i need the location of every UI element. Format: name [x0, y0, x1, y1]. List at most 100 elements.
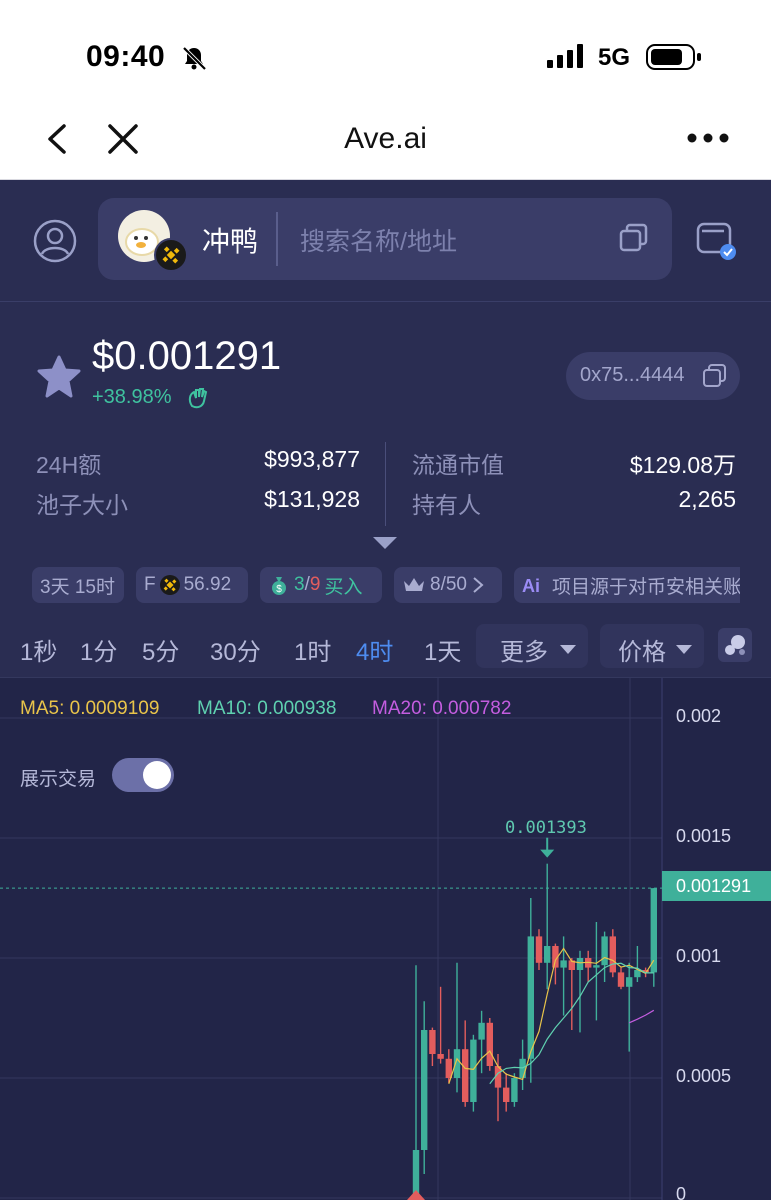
show-trades-label: 展示交易: [20, 769, 97, 790]
search-bar[interactable]: 冲鸭 搜索名称/地址: [98, 198, 672, 280]
crown-top-icon: [402, 575, 426, 595]
stat-label-holders: 持有人: [412, 492, 481, 518]
candle-body: [421, 1030, 428, 1150]
wallet-icon[interactable]: [694, 216, 740, 262]
more-dropdown[interactable]: 更多: [476, 624, 588, 668]
candle-body: [429, 1030, 436, 1054]
candle-body: [478, 1022, 485, 1040]
stats-divider: [385, 442, 386, 526]
candle-body: [511, 1078, 518, 1102]
status-bar: 09:40 5G: [0, 0, 771, 110]
buy-trade-marker: [407, 1190, 425, 1200]
y-tick-label: 0.0005: [676, 1066, 732, 1086]
candlestick-chart: [0, 678, 663, 1200]
candle-body: [601, 936, 608, 966]
stat-label-pool: 池子大小: [36, 492, 128, 518]
token-address: 0x75...4444: [580, 364, 685, 386]
search-input[interactable]: 搜索名称/地址: [300, 222, 457, 258]
chip-top-holders[interactable]: 8/50: [394, 567, 502, 603]
stat-value-holders: 2,265: [678, 486, 736, 512]
network-label: 5G: [598, 44, 631, 71]
candle-body: [617, 972, 625, 987]
y-tick-label: 0.0015: [676, 826, 732, 846]
chevron-right-icon: [471, 576, 485, 594]
chip-buy-label: 买入: [324, 576, 363, 598]
expand-caret-icon[interactable]: [372, 536, 398, 550]
favorite-star-icon[interactable]: [36, 354, 82, 400]
candle-body: [535, 936, 543, 963]
status-time: 09:40: [86, 40, 166, 73]
chip-buy-ratio[interactable]: $ 3 / 9 买入: [260, 567, 382, 603]
chip-age-text: 3天 15时: [40, 576, 115, 598]
candle-body: [462, 1049, 469, 1102]
money-bag-icon: $: [268, 574, 290, 596]
copy-address-icon[interactable]: [702, 363, 728, 389]
stat-label-volume: 24H额: [36, 452, 102, 478]
chip-top-text: 8/50: [430, 574, 467, 595]
tab-1s[interactable]: 1秒: [20, 632, 57, 667]
candle-body: [626, 977, 633, 987]
signal-icon: [547, 44, 587, 68]
copy-icon[interactable]: [618, 222, 650, 254]
price-dropdown[interactable]: 价格: [600, 624, 704, 668]
y-tick-label: 0.001: [676, 946, 722, 966]
candle-body: [593, 965, 600, 968]
dropdown-caret-icon: [560, 642, 576, 654]
tab-1d[interactable]: 1天: [424, 632, 461, 667]
chip-f-prefix: F: [144, 574, 156, 595]
wave-hand-icon: [186, 386, 210, 410]
chip-buy-total: 9: [309, 574, 321, 595]
stat-value-mcap: $129.08万: [629, 452, 736, 478]
high-marker-arrow-head: [540, 849, 555, 858]
ma5-line: [448, 947, 655, 1084]
user-profile-icon[interactable]: [32, 218, 78, 264]
chip-age[interactable]: 3天 15时: [32, 567, 124, 603]
search-divider: [276, 212, 278, 266]
tab-1m[interactable]: 1分: [80, 632, 117, 667]
current-price-tag: 0.001291: [662, 871, 771, 901]
tab-1h[interactable]: 1时: [294, 632, 331, 667]
token-price: $0.001291: [92, 334, 282, 378]
browser-title: Ave.ai: [344, 122, 427, 155]
candle-body: [453, 1049, 461, 1078]
ma20-label: MA20: 0.000782: [372, 698, 512, 719]
candle-body: [470, 1039, 477, 1102]
svg-text:$: $: [276, 584, 282, 595]
current-price-label: 0.001291: [676, 876, 752, 896]
bnb-chain-icon: [154, 238, 188, 272]
app-header: 冲鸭 搜索名称/地址: [0, 180, 771, 302]
toggle-knob: [143, 761, 171, 789]
chart-settings-icon[interactable]: [718, 628, 752, 662]
high-price-label: 0.001393: [505, 818, 587, 838]
stat-label-mcap: 流通市值: [412, 452, 504, 478]
chip-f-score[interactable]: F 56.92: [136, 567, 248, 603]
candle-body: [412, 1150, 420, 1196]
candle-body: [650, 888, 657, 973]
more-dots-icon[interactable]: [686, 130, 730, 146]
y-tick-label: 0.002: [676, 706, 722, 726]
chip-buy-count: 3: [294, 574, 305, 595]
price-chart[interactable]: MA5: 0.0009109 MA10: 0.000938 MA20: 0.00…: [0, 678, 771, 1200]
candle-body: [527, 936, 534, 1059]
candle-body: [609, 936, 616, 973]
candle-body: [437, 1054, 444, 1059]
candle-body: [560, 960, 567, 968]
address-pill[interactable]: 0x75...4444: [566, 352, 740, 400]
show-trades-toggle[interactable]: [112, 758, 174, 792]
chip-f-value: 56.92: [183, 574, 232, 595]
ma20-line: [628, 1009, 655, 1024]
candle-body: [503, 1087, 510, 1102]
chip-ai-summary[interactable]: Ai 项目源于对币安相关账: [514, 567, 740, 603]
stat-value-pool: $131,928: [264, 486, 360, 512]
bnb-mini-icon: [159, 574, 181, 596]
stat-value-volume: $993,877: [264, 446, 360, 472]
price-label: 价格: [618, 639, 666, 666]
candle-body: [486, 1022, 493, 1066]
browser-bar: Ave.ai: [0, 110, 771, 180]
tab-30m[interactable]: 30分: [210, 632, 261, 667]
mute-bell-icon: [180, 44, 208, 72]
tab-4h[interactable]: 4时: [356, 632, 393, 667]
y-tick-label: 0: [676, 1184, 687, 1200]
tab-5m[interactable]: 5分: [142, 632, 179, 667]
dropdown-caret-icon: [676, 642, 692, 654]
